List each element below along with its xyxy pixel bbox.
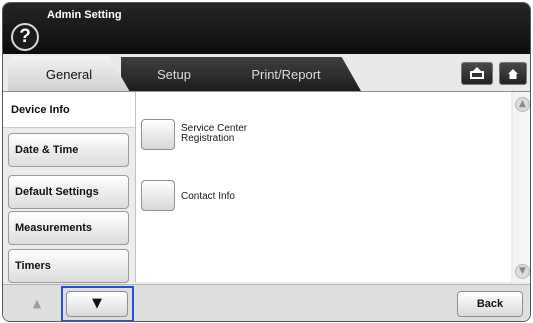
- sidebar-item-timers[interactable]: Timers: [8, 249, 129, 283]
- help-icon: ?: [19, 26, 31, 47]
- content-area: Device Info Date & Time Default Settings…: [3, 91, 530, 321]
- sidebar-item-default-settings[interactable]: Default Settings: [8, 175, 129, 209]
- upload-button[interactable]: [461, 62, 493, 85]
- service-center-registration-button[interactable]: [141, 119, 175, 150]
- contact-info-label: Contact Info: [181, 191, 235, 202]
- tab-print-report[interactable]: Print/Report: [223, 57, 361, 91]
- options-pane: Service Center Registration Contact Info: [135, 92, 511, 282]
- scrollbar[interactable]: ▲ ▼: [513, 92, 530, 282]
- bottom-bar: ▲ ▼ Back: [3, 284, 530, 321]
- sidebar-item-measurements[interactable]: Measurements: [8, 211, 129, 245]
- sidebar-item-date-time[interactable]: Date & Time: [8, 133, 129, 167]
- upload-icon: [470, 67, 484, 79]
- contact-info-button[interactable]: [141, 180, 175, 211]
- page-title: Admin Setting: [47, 9, 122, 21]
- scroll-down-icon[interactable]: ▼: [515, 264, 530, 279]
- service-center-registration-label: Service Center Registration: [181, 123, 248, 144]
- arrow-up-icon: ▲: [32, 297, 42, 310]
- page-down-button[interactable]: ▼: [66, 291, 128, 317]
- scroll-up-icon[interactable]: ▲: [515, 97, 530, 112]
- page-up-button[interactable]: ▲: [11, 289, 63, 319]
- title-bar: ? Admin Setting: [3, 3, 530, 54]
- arrow-down-icon: ▼: [92, 296, 102, 311]
- tab-setup[interactable]: Setup: [121, 57, 243, 91]
- back-button[interactable]: Back: [457, 291, 523, 317]
- admin-setting-screen: ? Admin Setting Print/Report Setup Gener…: [2, 2, 531, 322]
- help-button[interactable]: ?: [11, 23, 39, 51]
- home-icon: [508, 68, 518, 79]
- home-button[interactable]: [499, 62, 527, 85]
- sidebar-item-device-info[interactable]: Device Info: [3, 92, 139, 128]
- tab-general[interactable]: General: [8, 56, 130, 92]
